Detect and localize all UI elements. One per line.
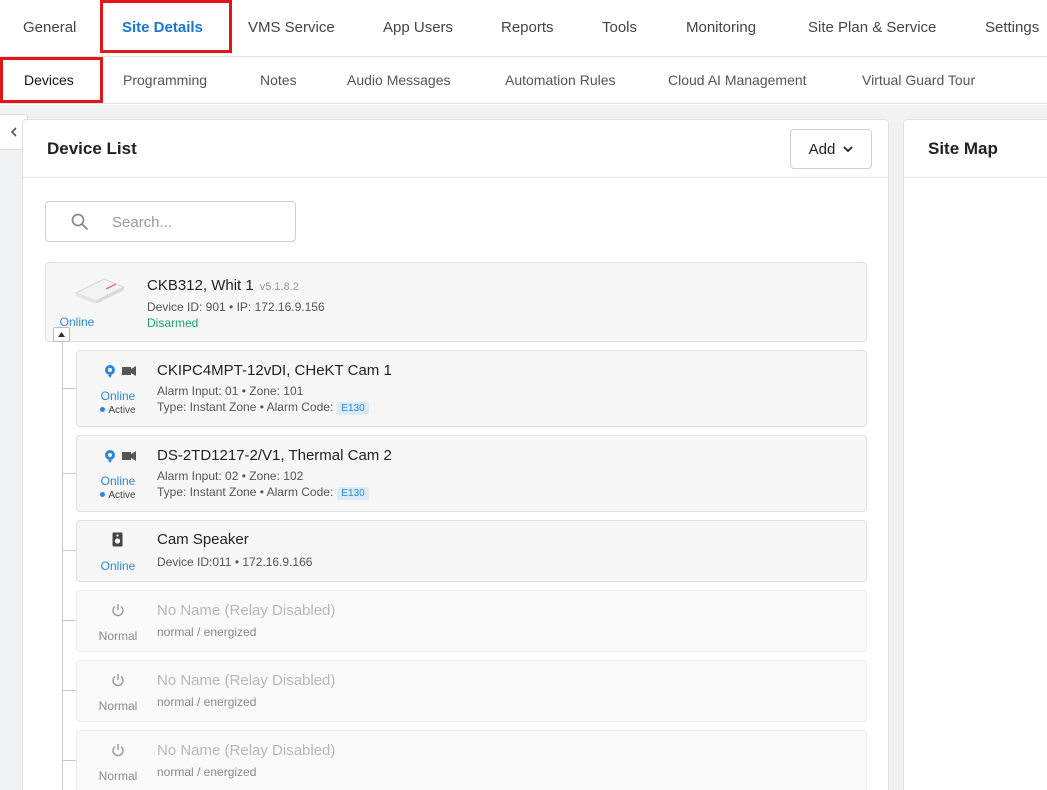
camera-card[interactable]: Online Active DS-2TD1217-2/V1, Thermal C… — [76, 435, 867, 512]
search-box — [45, 201, 296, 242]
panel-arm-state: Disarmed — [147, 316, 199, 330]
tree-branch — [62, 473, 76, 474]
relay-name: No Name (Relay Disabled) — [157, 742, 336, 759]
subtab-notes[interactable]: Notes — [260, 57, 297, 104]
add-button-label: Add — [808, 140, 836, 158]
tree-branch — [62, 760, 76, 761]
collapse-tree-button[interactable] — [53, 327, 70, 342]
camera-active-tag: Active — [89, 490, 147, 501]
relay-status: Normal — [98, 629, 138, 643]
relay-state: normal / energized — [157, 765, 257, 779]
site-map-title: Site Map — [928, 139, 998, 158]
speaker-name: Cam Speaker — [157, 531, 249, 548]
relay-status: Normal — [98, 699, 138, 713]
camera-ai-icon — [105, 365, 136, 378]
tab-tools[interactable]: Tools — [602, 0, 637, 56]
camera-name: DS-2TD1217-2/V1, Thermal Cam 2 — [157, 447, 392, 464]
camera-card[interactable]: Online Active CKIPC4MPT-12vDI, CHeKT Cam… — [76, 350, 867, 427]
tab-app-users[interactable]: App Users — [383, 0, 453, 56]
alarm-code-badge: E130 — [337, 487, 369, 500]
panel-device-info: Device ID: 901 • IP: 172.16.9.156 — [147, 300, 325, 314]
tree-branch — [62, 620, 76, 621]
search-input[interactable] — [112, 211, 282, 233]
tree-branch — [62, 690, 76, 691]
device-list-title: Device List — [47, 139, 137, 158]
camera-status: Online — [100, 474, 136, 488]
tree-connector — [62, 342, 63, 790]
camera-ai-icon — [105, 450, 136, 463]
caret-up-icon — [58, 332, 65, 337]
relay-state: normal / energized — [157, 695, 257, 709]
camera-active-tag: Active — [89, 405, 147, 416]
tree-branch — [62, 388, 76, 389]
tab-general[interactable]: General — [23, 0, 76, 56]
panel-device-name: CKB312, Whit 1 v5.1.8.2 — [147, 277, 299, 294]
panel-device-card[interactable]: Online CKB312, Whit 1 v5.1.8.2 Device ID:… — [45, 262, 867, 342]
speaker-card[interactable]: Online Cam Speaker Device ID:011 • 172.1… — [76, 520, 867, 582]
site-map-panel: Site Map — [903, 119, 1047, 790]
power-icon — [112, 744, 124, 757]
chevron-down-icon — [843, 145, 853, 152]
power-icon — [112, 674, 124, 687]
power-icon — [112, 604, 124, 617]
camera-type: Type: Instant Zone • Alarm Code: E130 — [157, 400, 369, 415]
relay-card[interactable]: Normal No Name (Relay Disabled) normal /… — [76, 730, 867, 790]
tab-vms-service[interactable]: VMS Service — [248, 0, 335, 56]
alarm-panel-icon — [74, 278, 126, 303]
site-map-header: Site Map — [904, 120, 1047, 178]
subtab-automation-rules[interactable]: Automation Rules — [505, 57, 616, 104]
tab-settings[interactable]: Settings — [985, 0, 1039, 56]
highlight-devices — [0, 57, 103, 103]
tab-reports[interactable]: Reports — [501, 0, 554, 56]
camera-status: Online — [100, 389, 136, 403]
speaker-icon — [112, 532, 123, 547]
camera-alarm-input: Alarm Input: 01 • Zone: 101 — [157, 384, 304, 398]
panel-version: v5.1.8.2 — [259, 281, 299, 293]
camera-name: CKIPC4MPT-12vDI, CHeKT Cam 1 — [157, 362, 392, 379]
relay-card[interactable]: Normal No Name (Relay Disabled) normal /… — [76, 660, 867, 722]
camera-type: Type: Instant Zone • Alarm Code: E130 — [157, 485, 369, 500]
subtab-audio-messages[interactable]: Audio Messages — [347, 57, 451, 104]
tree-branch — [62, 550, 76, 551]
relay-status: Normal — [98, 769, 138, 783]
search-icon — [71, 213, 89, 231]
subtab-virtual-guard-tour[interactable]: Virtual Guard Tour — [862, 57, 975, 104]
chevron-left-icon — [10, 127, 17, 137]
relay-card[interactable]: Normal No Name (Relay Disabled) normal /… — [76, 590, 867, 652]
relay-name: No Name (Relay Disabled) — [157, 672, 336, 689]
sub-tab-bar: Devices Programming Notes Audio Messages… — [0, 57, 1047, 104]
tab-site-plan-service[interactable]: Site Plan & Service — [808, 0, 936, 56]
relay-state: normal / energized — [157, 625, 257, 639]
speaker-status: Online — [100, 559, 136, 573]
add-button[interactable]: Add — [790, 129, 872, 169]
subtab-cloud-ai-management[interactable]: Cloud AI Management — [668, 57, 807, 104]
camera-alarm-input: Alarm Input: 02 • Zone: 102 — [157, 469, 304, 483]
speaker-info: Device ID:011 • 172.16.9.166 — [157, 555, 313, 569]
highlight-site-details — [100, 0, 232, 53]
relay-name: No Name (Relay Disabled) — [157, 602, 336, 619]
subtab-programming[interactable]: Programming — [123, 57, 207, 104]
alarm-code-badge: E130 — [337, 402, 369, 415]
device-list-header: Device List Add — [23, 120, 888, 178]
tab-monitoring[interactable]: Monitoring — [686, 0, 756, 56]
